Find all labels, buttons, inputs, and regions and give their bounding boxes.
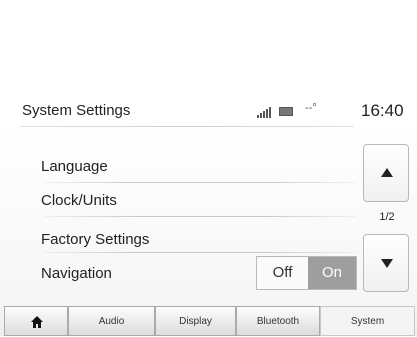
screen: System Settings --° 16:40 Language Clock… xyxy=(0,0,417,336)
tab-bluetooth[interactable]: Bluetooth xyxy=(236,306,320,336)
arrow-down-icon xyxy=(381,259,393,268)
divider xyxy=(44,182,356,183)
clock: 16:40 xyxy=(361,101,404,120)
arrow-up-icon xyxy=(381,168,393,177)
menu-item-language[interactable]: Language xyxy=(0,150,354,183)
scroll-down-button[interactable] xyxy=(363,234,409,292)
menu-item-label: Language xyxy=(41,158,108,175)
menu-item-clock-units[interactable]: Clock/Units xyxy=(0,184,354,217)
page-indicator: 1/2 xyxy=(379,211,395,223)
tab-home[interactable] xyxy=(4,306,68,336)
tab-bar: Audio Display Bluetooth System xyxy=(0,306,417,336)
header-divider xyxy=(20,126,354,127)
scroll-up-button[interactable] xyxy=(363,144,409,202)
menu-item-label: Factory Settings xyxy=(41,231,150,248)
toggle-off-option[interactable]: Off xyxy=(257,257,308,289)
battery-icon xyxy=(279,107,293,116)
signal-icon xyxy=(257,106,273,118)
home-icon xyxy=(31,316,43,328)
status-header: System Settings --° 16:40 xyxy=(0,92,417,126)
toggle-on-option[interactable]: On xyxy=(308,257,356,289)
temperature-readout: --° xyxy=(305,102,317,114)
navigation-toggle[interactable]: Off On xyxy=(256,256,357,290)
tab-display[interactable]: Display xyxy=(155,306,236,336)
menu-item-label: Navigation xyxy=(41,265,112,282)
page-title: System Settings xyxy=(22,102,131,119)
divider xyxy=(44,216,356,217)
divider xyxy=(44,252,356,253)
tab-system[interactable]: System xyxy=(320,306,415,336)
menu-item-label: Clock/Units xyxy=(41,192,117,209)
tab-audio[interactable]: Audio xyxy=(68,306,155,336)
